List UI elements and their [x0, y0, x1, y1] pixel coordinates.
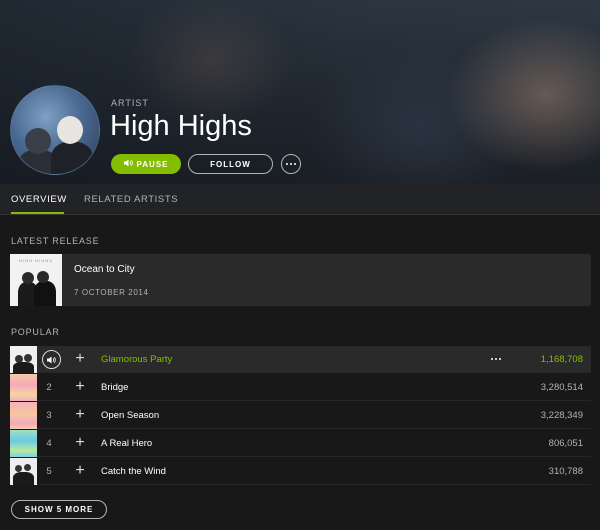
latest-release-heading: LATEST RELEASE: [11, 236, 100, 246]
track-number: 2: [46, 382, 52, 393]
track-play-count: 806,051: [548, 438, 583, 449]
speaker-icon: [47, 351, 56, 369]
track-title[interactable]: Bridge: [101, 382, 128, 393]
add-track-plus-icon[interactable]: +: [74, 351, 86, 367]
tab-bar: OVERVIEW RELATED ARTISTS: [0, 184, 600, 215]
track-row[interactable]: 2 + Bridge 3,280,514: [10, 374, 591, 401]
track-number: 4: [46, 438, 52, 449]
track-cover-art: [10, 346, 37, 373]
track-row[interactable]: + Glamorous Party 1,168,708: [10, 346, 591, 373]
add-track-plus-icon[interactable]: +: [74, 463, 86, 479]
ellipsis-icon: [286, 163, 296, 165]
pause-button-label: PAUSE: [136, 159, 169, 169]
track-cover-art: [10, 374, 37, 401]
follow-button-label: FOLLOW: [210, 159, 251, 169]
add-track-plus-icon[interactable]: +: [74, 379, 86, 395]
tab-overview[interactable]: OVERVIEW: [11, 194, 67, 205]
track-title[interactable]: Glamorous Party: [101, 354, 172, 365]
track-title[interactable]: A Real Hero: [101, 438, 152, 449]
artist-header: ARTIST High Highs PAUSE FOLLOW: [0, 0, 600, 184]
add-track-plus-icon[interactable]: +: [74, 407, 86, 423]
popular-heading: POPULAR: [11, 327, 60, 337]
now-playing-button[interactable]: [42, 350, 61, 369]
track-number: 5: [46, 466, 52, 477]
add-track-plus-icon[interactable]: +: [74, 435, 86, 451]
track-title[interactable]: Catch the Wind: [101, 466, 166, 477]
artist-name: High Highs: [110, 110, 252, 142]
track-row[interactable]: 3 + Open Season 3,228,349: [10, 402, 591, 429]
track-more-button[interactable]: [491, 358, 501, 360]
track-row[interactable]: 5 + Catch the Wind 310,788: [10, 458, 591, 485]
track-cover-art: [10, 458, 37, 485]
more-options-button[interactable]: [281, 154, 301, 174]
tab-related-artists[interactable]: RELATED ARTISTS: [84, 194, 178, 205]
track-cover-art: [10, 402, 37, 429]
artist-label: ARTIST: [111, 98, 149, 108]
ellipsis-icon: [491, 358, 501, 360]
release-cover-art[interactable]: HIGH HIGHS: [10, 254, 62, 306]
show-more-label: SHOW 5 MORE: [24, 505, 94, 514]
latest-release-card[interactable]: HIGH HIGHS Ocean to City 7 OCTOBER 2014: [10, 254, 591, 306]
show-more-button[interactable]: SHOW 5 MORE: [11, 500, 107, 519]
active-tab-indicator: [11, 212, 64, 214]
track-play-count: 3,280,514: [540, 382, 583, 393]
artist-avatar: [10, 85, 100, 175]
pause-button[interactable]: PAUSE: [111, 154, 181, 174]
follow-button[interactable]: FOLLOW: [188, 154, 273, 174]
track-cover-art: [10, 430, 37, 457]
track-row[interactable]: 4 + A Real Hero 806,051: [10, 430, 591, 457]
track-play-count: 3,228,349: [540, 410, 583, 421]
track-play-count: 1,168,708: [540, 354, 583, 365]
release-title[interactable]: Ocean to City: [74, 264, 135, 275]
speaker-icon: [123, 159, 133, 169]
track-play-count: 310,788: [548, 466, 583, 477]
release-date: 7 OCTOBER 2014: [74, 288, 149, 297]
track-title[interactable]: Open Season: [101, 410, 159, 421]
track-number: 3: [46, 410, 52, 421]
